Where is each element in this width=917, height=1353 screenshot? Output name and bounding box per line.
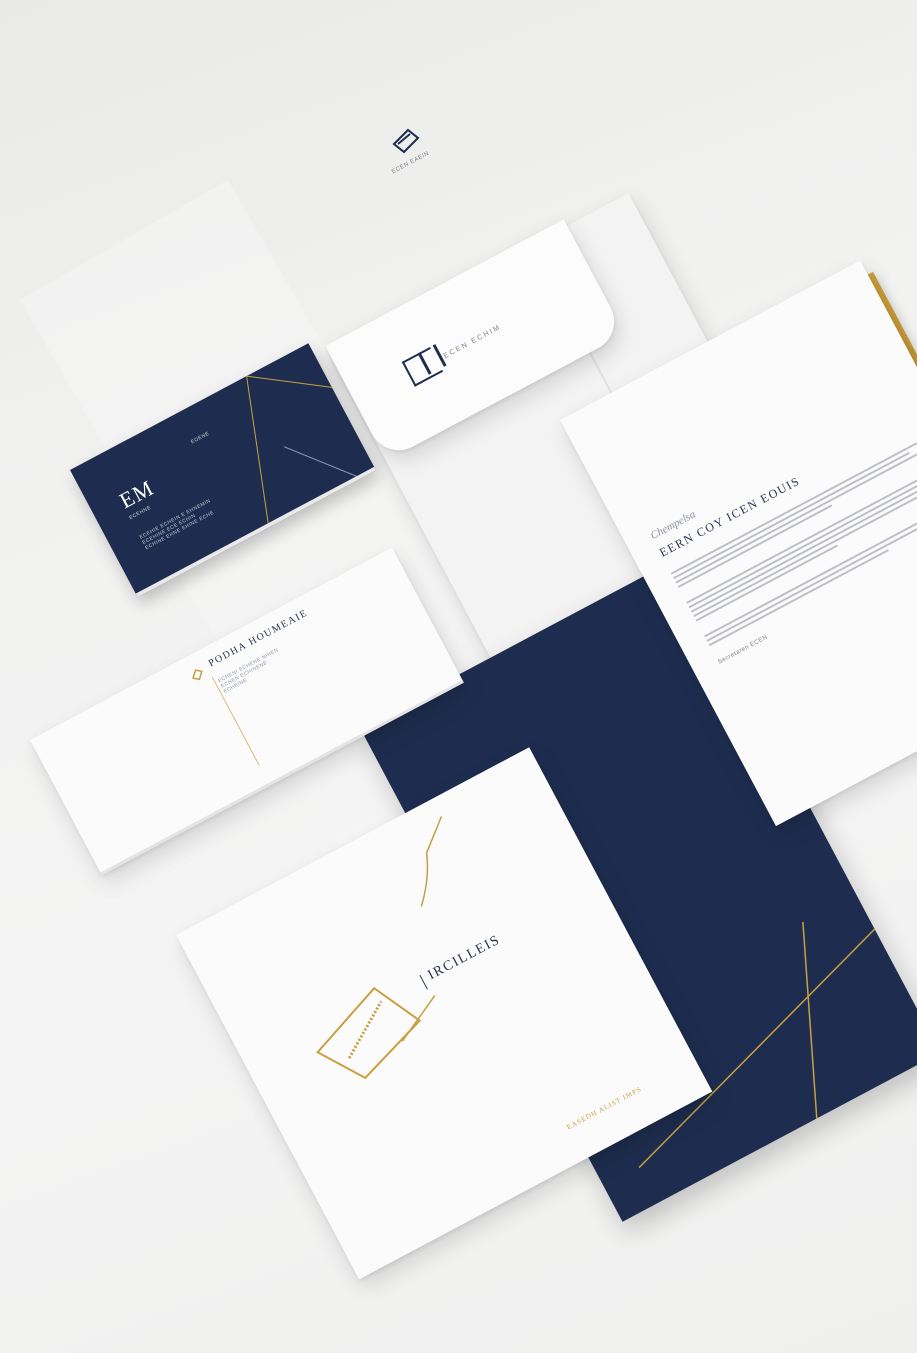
top-card: ECEN EAEIN: [360, 110, 500, 190]
stationery-mockup-scene: ECEN EAEIN ECEN ECHIM Chempelsa EERN COY…: [0, 0, 917, 1353]
letterhead-body: [670, 437, 917, 647]
envelope-logo-text: ECEN ECHIM: [442, 323, 503, 360]
compliment-logo-icon: [192, 669, 203, 681]
compliment-divider: [211, 676, 260, 766]
